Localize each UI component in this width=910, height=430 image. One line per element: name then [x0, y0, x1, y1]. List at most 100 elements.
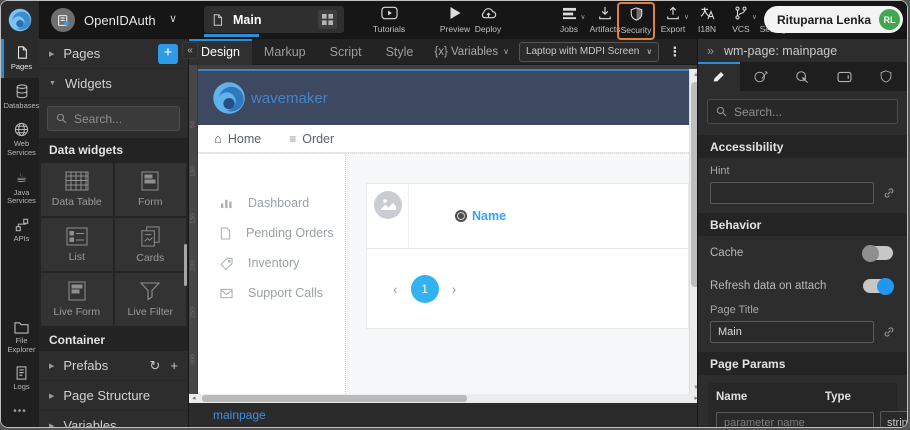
selected-widget-title: wm-page: mainpage: [724, 44, 837, 58]
cache-toggle[interactable]: [863, 246, 893, 260]
bind-page-title-icon[interactable]: [883, 326, 895, 338]
pencil-icon: [712, 70, 725, 83]
list-pagination: ‹ 1 ›: [366, 249, 689, 329]
menu-item-inventory[interactable]: Inventory: [198, 248, 345, 278]
variables-dropdown[interactable]: {x} Variables ∨: [434, 46, 509, 58]
api-nodes-icon: [15, 218, 29, 232]
prefabs-refresh-icon[interactable]: ↻: [150, 358, 161, 374]
page-title-input[interactable]: [710, 321, 874, 343]
list-widget-item[interactable]: Name: [366, 183, 689, 249]
collapse-left-panel-button[interactable]: «: [182, 42, 198, 59]
tab-script[interactable]: Script: [318, 39, 374, 65]
menu-item-dashboard[interactable]: Dashboard: [198, 188, 345, 218]
horizontal-scroll-thumb[interactable]: [202, 395, 467, 402]
project-chevron-down-icon[interactable]: ∨: [169, 12, 177, 25]
pending-orders-file-icon: [220, 227, 231, 240]
tab-styles[interactable]: [740, 62, 782, 91]
form-icon: [140, 171, 160, 191]
canvas-toolbar: Design Markup Script Style {x} Variables…: [189, 39, 701, 65]
pages-grid-icon[interactable]: [318, 10, 337, 29]
page-tab-main[interactable]: Main: [204, 6, 344, 33]
left-panel-scrollbar[interactable]: [184, 244, 187, 286]
rail-item-pages[interactable]: Pages: [1, 39, 39, 78]
bind-hint-icon[interactable]: [883, 187, 895, 199]
tab-markup[interactable]: Markup: [252, 39, 318, 65]
globe-icon: [14, 122, 29, 137]
page-preview[interactable]: wavemaker ⌂ Home ≡ Order: [198, 69, 689, 394]
properties-tabs: [698, 62, 907, 91]
user-menu[interactable]: Rituparna Lenka RL: [764, 6, 903, 33]
refresh-toggle[interactable]: [863, 279, 893, 293]
i18n-translate-icon: [700, 5, 715, 21]
tutorials-button[interactable]: Tutorials: [367, 5, 411, 34]
widget-search-wrap: Search...: [39, 99, 188, 138]
wavemaker-logo[interactable]: [1, 1, 39, 39]
page-title-label: Page Title: [710, 304, 895, 316]
page-preview-nav: ⌂ Home ≡ Order: [198, 125, 689, 153]
rail-item-file-explorer[interactable]: File Explorer: [1, 315, 39, 360]
rail-item-logs[interactable]: Logs: [1, 360, 39, 398]
param-name-input[interactable]: [716, 412, 874, 427]
widget-tile-live-filter[interactable]: Live Filter: [115, 273, 187, 326]
pagination-prev-button[interactable]: ‹: [393, 281, 398, 297]
widget-tile-list[interactable]: List: [41, 218, 113, 271]
pages-icon: [15, 45, 29, 60]
list-item-image-cell: [367, 184, 409, 248]
scroll-left-arrow[interactable]: ◂: [192, 394, 196, 403]
user-avatar: RL: [879, 9, 900, 30]
tab-design[interactable]: Design: [189, 39, 252, 65]
folder-icon: [14, 321, 29, 334]
variables-section-toggle[interactable]: ▶ Variables: [39, 411, 188, 427]
page-preview-header[interactable]: wavemaker: [198, 71, 689, 125]
rail-more-button[interactable]: •••: [1, 398, 39, 427]
canvas-status-bar: mainpage: [189, 403, 701, 427]
device-icon: [837, 71, 852, 83]
rail-item-apis[interactable]: APIs: [1, 212, 39, 250]
widget-search-input[interactable]: Search...: [47, 106, 180, 131]
pagination-next-button[interactable]: ›: [452, 281, 457, 297]
tab-device[interactable]: [823, 62, 865, 91]
tab-style[interactable]: Style: [374, 39, 426, 65]
page-params-section-header: Page Params: [698, 352, 907, 375]
widget-tile-data-table[interactable]: Data Table: [41, 163, 113, 216]
nav-item-home[interactable]: ⌂ Home: [214, 131, 261, 146]
menu-item-pending-orders[interactable]: Pending Orders: [198, 218, 345, 248]
widget-tile-live-form[interactable]: Live Form: [41, 273, 113, 326]
add-page-button[interactable]: +: [158, 44, 178, 64]
rail-item-java-services[interactable]: ☕ Java Services: [1, 164, 39, 212]
prefabs-section-toggle[interactable]: ▶ Prefabs ↻ +: [39, 351, 188, 381]
canvas-horizontal-scrollbar[interactable]: ◂ ▸: [189, 394, 701, 403]
tab-inspect[interactable]: [782, 62, 824, 91]
rail-item-web-services[interactable]: Web Services: [1, 116, 39, 163]
device-select[interactable]: Laptop with MDPI Screen ∨: [519, 42, 659, 62]
widget-tile-form[interactable]: Form: [115, 163, 187, 216]
expand-panel-icon[interactable]: »: [707, 44, 714, 58]
pages-section-toggle[interactable]: ▶ Pages +: [39, 39, 188, 69]
widgets-section-toggle[interactable]: ▼ Widgets: [39, 69, 188, 99]
property-search-input[interactable]: Search...: [707, 99, 898, 124]
widget-tile-cards[interactable]: Cards: [115, 218, 187, 271]
tab-security-settings[interactable]: [865, 62, 907, 91]
canvas-more-menu[interactable]: ⋮: [668, 44, 681, 60]
page-structure-section-toggle[interactable]: ▶ Page Structure: [39, 381, 188, 411]
param-type-header: Type: [825, 391, 889, 403]
tab-properties[interactable]: [698, 62, 740, 91]
nav-item-order[interactable]: ≡ Order: [289, 132, 334, 146]
rail-item-databases[interactable]: Databases: [1, 78, 39, 117]
hint-input[interactable]: [710, 182, 874, 204]
deploy-button[interactable]: Deploy: [466, 5, 510, 34]
properties-panel: » wm-page: mainpage Search...: [697, 39, 907, 427]
prefabs-add-icon[interactable]: +: [170, 358, 178, 374]
order-list-icon: ≡: [289, 132, 296, 146]
security-button[interactable]: Security: [617, 2, 655, 40]
dashboard-chart-icon: [220, 197, 233, 209]
status-page-name[interactable]: mainpage: [213, 408, 266, 422]
menu-item-support-calls[interactable]: Support Calls: [198, 278, 345, 308]
page-title-field: Page Title: [698, 302, 907, 345]
project-name: OpenIDAuth: [84, 13, 156, 28]
param-type-select[interactable]: string ∨: [880, 411, 907, 427]
pagination-page-1[interactable]: 1: [411, 275, 439, 303]
wavemaker-studio-window: OpenIDAuth ∨ Main Tutorials Preview Depl…: [0, 0, 908, 428]
list-item-name-link[interactable]: Name: [409, 209, 506, 223]
project-selector[interactable]: OpenIDAuth: [51, 8, 156, 32]
